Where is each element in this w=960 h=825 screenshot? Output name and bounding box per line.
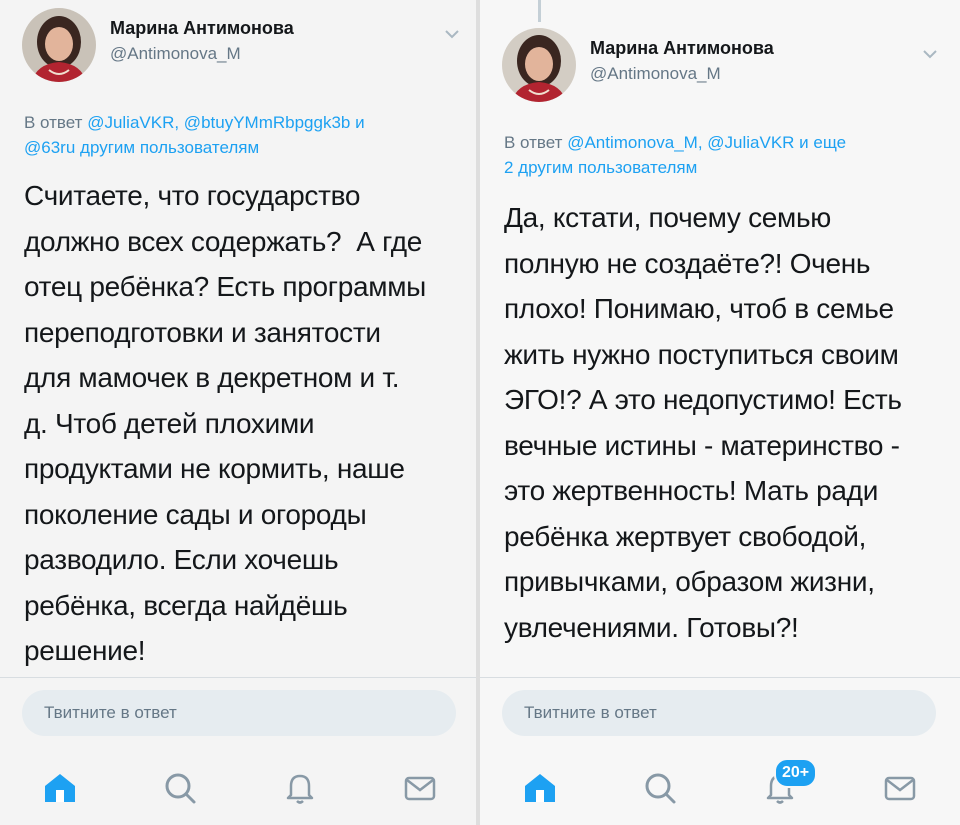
tweet-line: ребёнка жертвует свободой, (504, 520, 867, 552)
tweet-line: жить нужно поступиться своим (504, 338, 899, 370)
tweet-line: поколение сады и огороды (24, 498, 367, 530)
tweet-line: должно всех содержать? А где (24, 225, 423, 257)
tweet-line: решение! (24, 635, 146, 666)
reply-context: В ответ @Antimonova_M, @JuliaVKR и еще 2… (504, 130, 944, 180)
search-icon[interactable] (640, 768, 680, 808)
divider (480, 677, 960, 678)
chevron-down-icon[interactable] (442, 24, 462, 44)
reply-input[interactable]: Твитните в ответ (502, 690, 936, 736)
author-handle[interactable]: @Antimonova_M (110, 44, 241, 64)
reply-others-link[interactable]: 2 другим пользователям (504, 158, 697, 177)
avatar[interactable] (502, 28, 576, 102)
tweet-line: вечные истины - материнство - (504, 429, 900, 461)
avatar[interactable] (22, 8, 96, 82)
tweet-line: для мамочек в декретном и т. (24, 362, 400, 393)
tweet-line: ЭГО!? А это недопустимо! Есть (504, 384, 902, 415)
tweet-line: д. Чтоб детей плохими (24, 407, 315, 439)
reply-input[interactable]: Твитните в ответ (22, 690, 456, 736)
tweet-text: Да, кстати, почему семью полную не созда… (504, 195, 949, 650)
messages-icon[interactable] (880, 768, 920, 808)
home-icon[interactable] (40, 768, 80, 808)
tweet-line: продуктами не кормить, наше (24, 453, 405, 484)
author-name[interactable]: Марина Антимонова (110, 18, 294, 39)
tweet-panel-left: Марина Антимонова @Antimonova_M В ответ … (0, 0, 476, 825)
divider (0, 677, 476, 678)
author-name[interactable]: Марина Антимонова (590, 38, 774, 59)
notifications-badge: 20+ (774, 758, 818, 788)
reply-prefix: В ответ (504, 133, 563, 152)
tweet-line: переподготовки и занятости (24, 316, 381, 348)
reply-prefix: В ответ (24, 113, 83, 132)
messages-icon[interactable] (400, 768, 440, 808)
chevron-down-icon[interactable] (920, 44, 940, 64)
tweet-line: полную не создаёте?! Очень (504, 247, 871, 279)
tweet-line: Считаете, что государство (24, 180, 361, 211)
tweet-panel-right: Марина Антимонова @Antimonova_M В ответ … (480, 0, 960, 825)
reply-mentions[interactable]: @Antimonova_M, @JuliaVKR и еще (567, 133, 846, 152)
tweet-text: Считаете, что государство должно всех со… (24, 173, 469, 674)
tweet-line: это жертвенность! Мать ради (504, 475, 879, 506)
tweet-line: разводило. Если хочешь (24, 544, 339, 575)
reply-mentions[interactable]: @JuliaVKR, @btuyYMmRbpggk3b (87, 113, 350, 132)
reply-mention[interactable]: @63ru (24, 138, 75, 157)
search-icon[interactable] (160, 768, 200, 808)
reply-and[interactable]: и (355, 113, 365, 132)
author-handle[interactable]: @Antimonova_M (590, 64, 721, 84)
reply-context: В ответ @JuliaVKR, @btuyYMmRbpggk3b и @6… (24, 110, 464, 160)
tweet-line: увлечениями. Готовы?! (504, 611, 799, 643)
tweet-line: ребёнка, всегда найдёшь (24, 589, 348, 621)
notifications-icon[interactable] (280, 768, 320, 808)
thread-connector (538, 0, 541, 22)
tweet-line: Да, кстати, почему семью (504, 202, 831, 233)
tweet-line: отец ребёнка? Есть программы (24, 271, 426, 302)
tweet-line: плохо! Понимаю, чтоб в семье (504, 293, 894, 324)
home-icon[interactable] (520, 768, 560, 808)
tweet-line: привычками, образом жизни, (504, 566, 875, 597)
reply-others-link[interactable]: другим пользователям (80, 138, 259, 157)
